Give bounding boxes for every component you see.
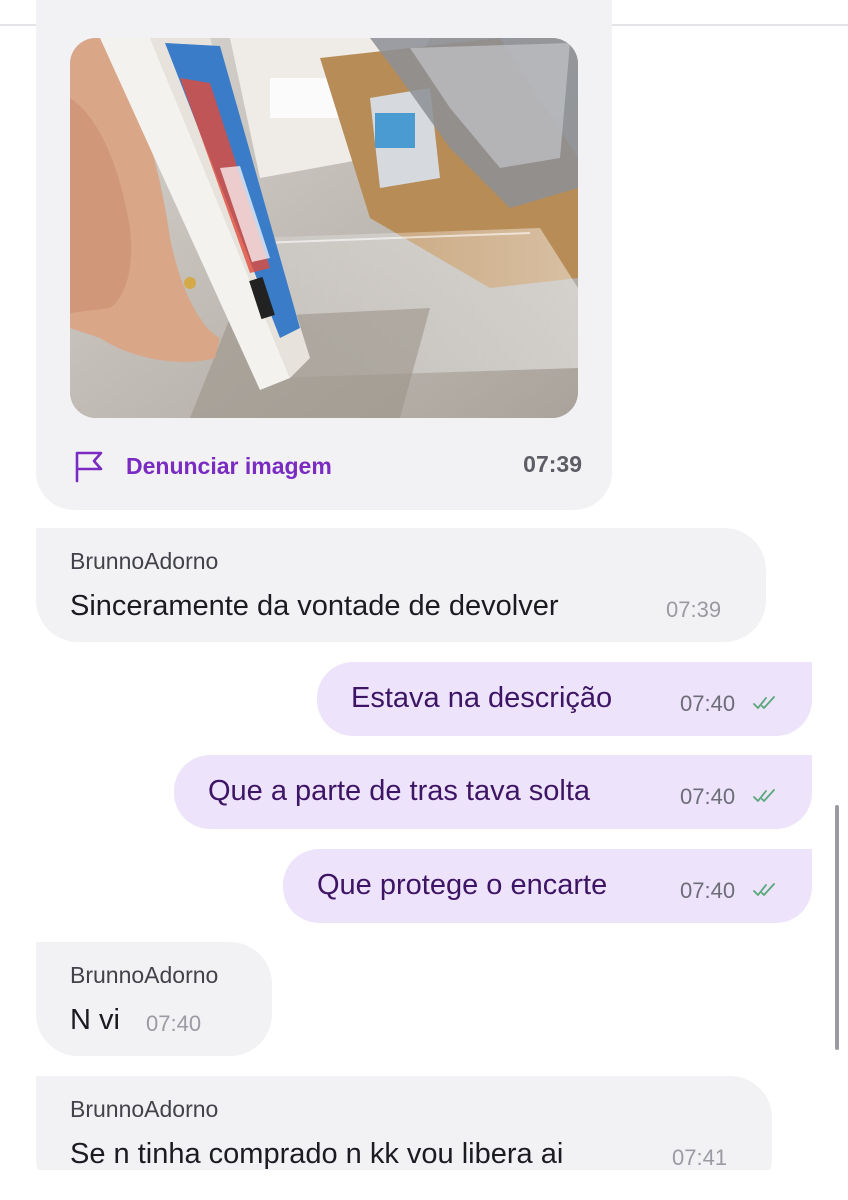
- message-text: N vi: [70, 1004, 120, 1036]
- photo-illustration: [70, 38, 578, 418]
- image-message: Denunciar imagem 07:39: [36, 0, 612, 510]
- outgoing-message[interactable]: Estava na descrição 07:40: [317, 662, 812, 736]
- message-time: 07:39: [666, 597, 722, 622]
- outgoing-message[interactable]: Que a parte de tras tava solta 07:40: [174, 755, 812, 829]
- scrollbar[interactable]: [835, 805, 839, 1050]
- double-check-icon: [753, 883, 775, 896]
- message-text: Sinceramente da vontade de devolver: [70, 590, 559, 622]
- incoming-message[interactable]: BrunnoAdorno N vi 07:40: [36, 942, 272, 1056]
- message-time: 07:41: [672, 1145, 728, 1170]
- sender-name: BrunnoAdorno: [70, 962, 219, 988]
- message-time: 07:40: [680, 878, 736, 903]
- sender-name: BrunnoAdorno: [70, 548, 219, 574]
- outgoing-message[interactable]: Que protege o encarte 07:40: [283, 849, 812, 923]
- double-check-icon: [753, 696, 775, 709]
- message-text: Que protege o encarte: [317, 869, 608, 901]
- image-message-time: 07:39: [523, 451, 582, 477]
- sender-name: BrunnoAdorno: [70, 1096, 219, 1122]
- chat-screen: Denunciar imagem 07:39 BrunnoAdorno Sinc…: [0, 0, 848, 1200]
- double-check-icon: [753, 789, 775, 802]
- message-photo[interactable]: [70, 38, 578, 418]
- message-text: Que a parte de tras tava solta: [208, 775, 591, 807]
- message-time: 07:40: [146, 1011, 202, 1036]
- incoming-message[interactable]: BrunnoAdorno Sinceramente da vontade de …: [36, 528, 766, 642]
- bottom-edge: [0, 1170, 848, 1200]
- message-time: 07:40: [680, 691, 736, 716]
- message-text: Estava na descrição: [351, 682, 613, 714]
- flag-icon[interactable]: [72, 449, 106, 483]
- report-image-row: Denunciar imagem 07:39: [72, 446, 582, 486]
- message-text: Se n tinha comprado n kk vou libera ai: [70, 1138, 564, 1170]
- report-image-link[interactable]: Denunciar imagem: [126, 453, 332, 480]
- message-time: 07:40: [680, 784, 736, 809]
